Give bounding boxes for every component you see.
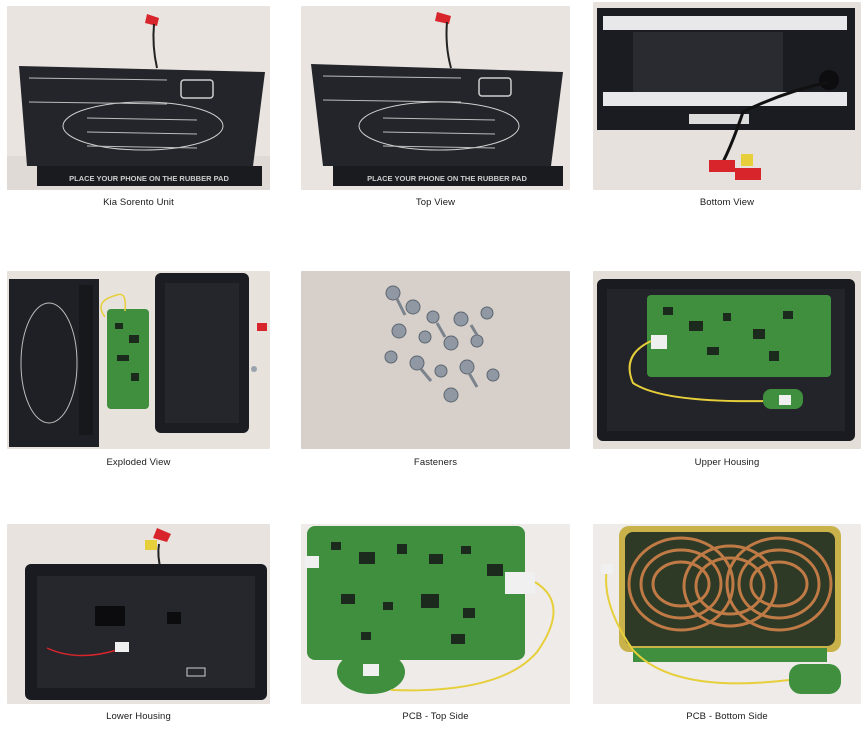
pcb-top-photo[interactable]	[301, 524, 570, 704]
caption-upper-housing: Upper Housing	[694, 457, 760, 468]
fasteners-photo[interactable]	[301, 271, 570, 449]
wireless-charger-photo[interactable]: PLACE YOUR PHONE ON THE RUBBER PAD	[7, 6, 270, 190]
caption-exploded-view: Exploded View	[106, 457, 171, 468]
bottom-view-photo[interactable]	[593, 2, 861, 190]
exploded-view-photo[interactable]	[7, 271, 270, 449]
upper-housing-photo[interactable]	[593, 271, 861, 449]
pad-text: PLACE YOUR PHONE ON THE RUBBER PAD	[367, 174, 527, 183]
caption-fasteners: Fasteners	[413, 457, 458, 468]
caption-pcb-bottom-side: PCB - Bottom Side	[686, 711, 768, 722]
caption-lower-housing: Lower Housing	[106, 711, 171, 722]
top-view-photo[interactable]: PLACE YOUR PHONE ON THE RUBBER PAD	[301, 6, 570, 190]
pad-text: PLACE YOUR PHONE ON THE RUBBER PAD	[69, 174, 229, 183]
image-gallery: PLACE YOUR PHONE ON THE RUBBER PAD Kia S…	[0, 0, 868, 741]
lower-housing-photo[interactable]	[7, 524, 270, 704]
caption-top-view: Top View	[415, 197, 456, 208]
caption-pcb-top-side: PCB - Top Side	[402, 711, 469, 722]
caption-kia-sorento-unit: Kia Sorento Unit	[103, 197, 174, 208]
caption-bottom-view: Bottom View	[699, 197, 755, 208]
pcb-bottom-photo[interactable]	[593, 524, 861, 704]
